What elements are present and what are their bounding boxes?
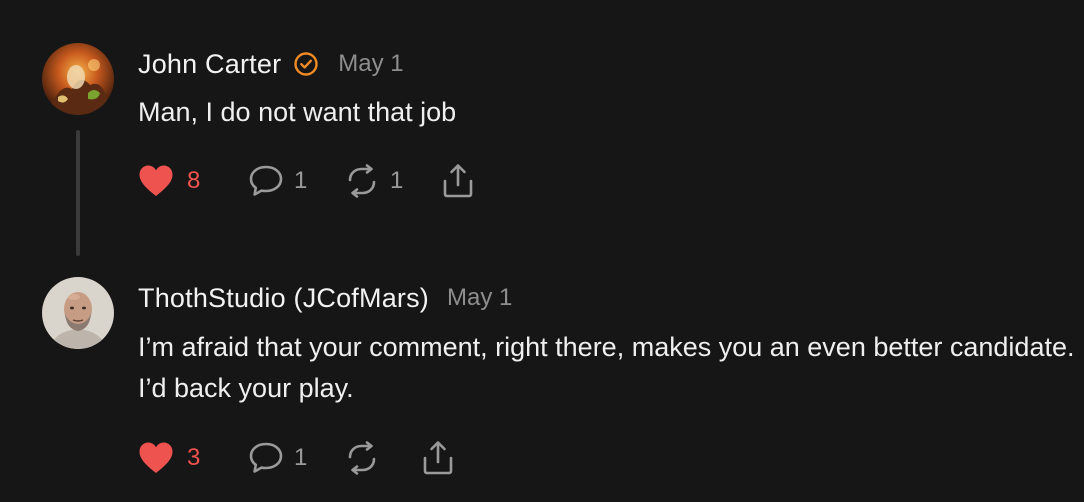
thread-line [76,130,80,256]
comment-date: May 1 [338,50,404,77]
comment-header: ThothStudio (JCofMars) May 1 [138,278,512,318]
comment-actions: 3 1 [138,438,456,478]
like-button[interactable]: 3 [138,441,248,475]
speech-bubble-icon [249,442,283,473]
avatar[interactable] [42,277,114,349]
repost-button[interactable]: 1 [344,164,440,198]
like-count: 3 [187,444,201,471]
comment: ThothStudio (JCofMars) May 1 I’m afraid … [0,260,1084,502]
share-button[interactable] [420,440,456,476]
share-upload-icon [423,441,453,475]
bald-man-portrait-avatar-icon [42,277,114,349]
fantasy-art-avatar-icon [42,43,114,115]
reply-count: 1 [294,167,308,194]
repost-count: 1 [390,167,404,194]
reply-button[interactable]: 1 [248,441,344,475]
comment: John Carter May 1 Man, I do not want tha… [0,0,1084,260]
repost-button[interactable] [344,441,420,475]
avatar[interactable] [42,43,114,115]
repost-arrows-icon [348,164,376,198]
author-name[interactable]: John Carter [138,49,281,80]
share-button[interactable] [440,163,476,199]
heart-icon [139,165,173,196]
comment-text: I’m afraid that your comment, right ther… [138,332,1075,403]
reply-button[interactable]: 1 [248,164,344,198]
reply-count: 1 [294,444,308,471]
share-upload-icon [443,164,473,198]
comment-actions: 8 1 1 [138,161,476,201]
like-count: 8 [187,167,201,194]
heart-icon [139,442,173,473]
comment-header: John Carter May 1 [138,44,404,84]
like-button[interactable]: 8 [138,164,248,198]
comment-text: Man, I do not want that job [138,97,457,127]
repost-arrows-icon [348,441,376,475]
speech-bubble-icon [249,165,283,196]
author-name[interactable]: ThothStudio (JCofMars) [138,283,429,314]
verified-check-icon [293,51,319,77]
comment-date: May 1 [447,284,513,311]
